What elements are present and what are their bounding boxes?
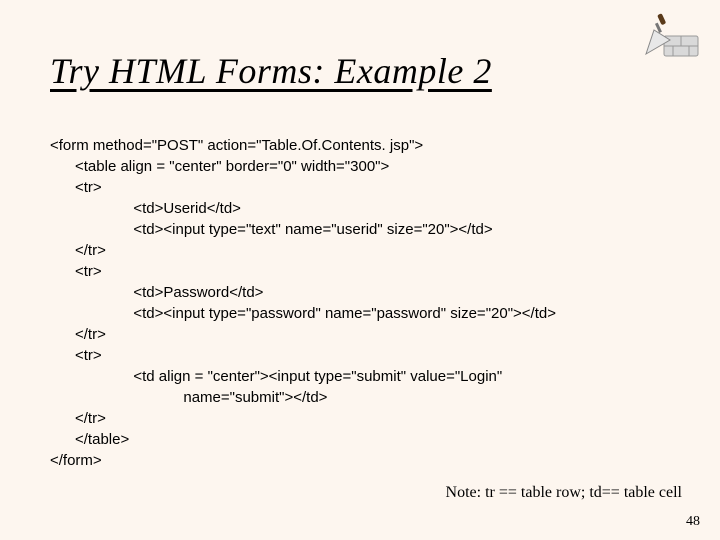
slide-title: Try HTML Forms: Example 2 <box>50 50 492 92</box>
footnote: Note: tr == table row; td== table cell <box>446 484 682 502</box>
slide: Try HTML Forms: Example 2 <form method="… <box>0 0 720 540</box>
code-example: <form method="POST" action="Table.Of.Con… <box>50 135 556 471</box>
page-number: 48 <box>686 514 700 530</box>
trowel-brick-icon <box>640 10 700 60</box>
